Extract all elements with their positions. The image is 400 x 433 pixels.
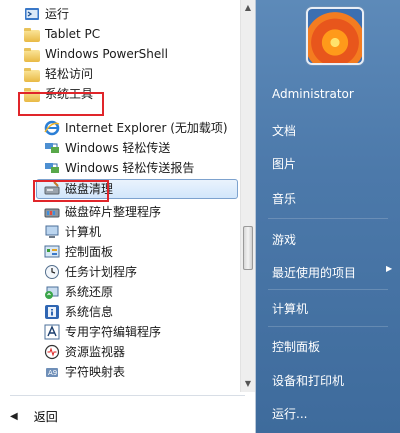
right-divider bbox=[268, 326, 388, 327]
easy-transfer-report-icon bbox=[44, 160, 60, 176]
program-task-scheduler[interactable]: 任务计划程序 bbox=[44, 262, 137, 282]
annotation-box-system-tools bbox=[18, 92, 104, 116]
resource-monitor-icon bbox=[44, 344, 60, 360]
divider bbox=[10, 395, 245, 396]
easy-transfer-icon bbox=[44, 140, 60, 156]
program-system-restore[interactable]: 系统还原 bbox=[44, 282, 113, 302]
folder-accessibility[interactable]: 轻松访问 bbox=[24, 64, 93, 84]
program-label: 轻松访问 bbox=[45, 67, 94, 81]
program-system-information[interactable]: 系统信息 bbox=[44, 302, 113, 322]
right-item-documents[interactable]: 文档 bbox=[272, 122, 296, 139]
right-item-pictures[interactable]: 图片 bbox=[272, 155, 296, 172]
programs-list: 运行 Tablet PC Windows PowerShell 轻松访问 系统工… bbox=[0, 0, 240, 392]
private-char-editor-icon bbox=[44, 324, 60, 340]
program-label: Internet Explorer (无加载项) bbox=[65, 121, 228, 135]
scrollbar-thumb[interactable] bbox=[243, 226, 253, 270]
program-label: Tablet PC bbox=[45, 27, 101, 41]
program-label: 任务计划程序 bbox=[65, 265, 138, 279]
back-arrow-icon: ◀ bbox=[10, 410, 18, 422]
program-label: Windows PowerShell bbox=[45, 47, 168, 61]
folder-icon bbox=[24, 68, 40, 82]
task-scheduler-icon bbox=[44, 264, 60, 280]
character-map-icon: A9 bbox=[44, 364, 60, 380]
right-divider bbox=[268, 289, 388, 290]
right-item-music[interactable]: 音乐 bbox=[272, 190, 296, 207]
right-item-control-panel[interactable]: 控制面板 bbox=[272, 338, 320, 355]
program-label: 字符映射表 bbox=[65, 365, 126, 379]
program-private-character-editor[interactable]: 专用字符编辑程序 bbox=[44, 322, 161, 342]
right-item-run[interactable]: 运行... bbox=[272, 405, 307, 422]
program-label: Windows 轻松传送 bbox=[65, 141, 171, 155]
right-item-user[interactable]: Administrator bbox=[272, 87, 354, 101]
right-item-recent-items[interactable]: 最近使用的项目 bbox=[272, 264, 356, 281]
right-item-computer[interactable]: 计算机 bbox=[272, 300, 308, 317]
folder-icon bbox=[24, 28, 40, 42]
right-item-games[interactable]: 游戏 bbox=[272, 231, 296, 248]
program-label: 资源监视器 bbox=[65, 345, 126, 359]
program-easy-transfer[interactable]: Windows 轻松传送 bbox=[44, 138, 170, 158]
program-label: 专用字符编辑程序 bbox=[65, 325, 162, 339]
program-control-panel[interactable]: 控制面板 bbox=[44, 242, 113, 262]
annotation-box-disk-cleanup bbox=[33, 180, 109, 202]
program-label: 系统还原 bbox=[65, 285, 114, 299]
program-label: 运行 bbox=[45, 7, 70, 21]
submenu-arrow-icon: ▶ bbox=[386, 264, 393, 273]
run-icon bbox=[24, 6, 40, 22]
computer-icon bbox=[44, 224, 60, 240]
program-internet-explorer[interactable]: Internet Explorer (无加载项) bbox=[44, 118, 228, 138]
internet-explorer-icon bbox=[44, 120, 60, 136]
program-character-map[interactable]: A9 字符映射表 bbox=[44, 362, 125, 382]
program-label: 磁盘碎片整理程序 bbox=[65, 205, 162, 219]
right-item-devices-printers[interactable]: 设备和打印机 bbox=[272, 372, 344, 389]
folder-windows-powershell[interactable]: Windows PowerShell bbox=[24, 44, 168, 64]
svg-text:A9: A9 bbox=[48, 369, 57, 377]
folder-icon bbox=[24, 48, 40, 62]
program-run[interactable]: 运行 bbox=[24, 4, 69, 24]
system-info-icon bbox=[44, 304, 60, 320]
program-easy-transfer-report[interactable]: Windows 轻松传送报告 bbox=[44, 158, 194, 178]
program-label: Windows 轻松传送报告 bbox=[65, 161, 195, 175]
start-menu: 运行 Tablet PC Windows PowerShell 轻松访问 系统工… bbox=[0, 0, 400, 433]
right-divider bbox=[268, 218, 388, 219]
program-computer[interactable]: 计算机 bbox=[44, 222, 101, 242]
right-pane: Administrator 文档 图片 音乐 游戏 最近使用的项目 ▶ 计算机 … bbox=[256, 0, 400, 433]
scroll-down-arrow-icon[interactable]: ▼ bbox=[241, 376, 255, 392]
program-label: 系统信息 bbox=[65, 305, 114, 319]
program-label: 控制面板 bbox=[65, 245, 114, 259]
program-label: 计算机 bbox=[65, 225, 102, 239]
program-disk-defragmenter[interactable]: 磁盘碎片整理程序 bbox=[44, 202, 161, 222]
control-panel-icon bbox=[44, 244, 60, 260]
folder-tablet-pc[interactable]: Tablet PC bbox=[24, 24, 100, 44]
back-label: 返回 bbox=[33, 409, 58, 424]
back-button[interactable]: ◀ 返回 bbox=[10, 405, 58, 427]
programs-scrollbar[interactable]: ▲ ▼ bbox=[240, 0, 255, 392]
disk-defragmenter-icon bbox=[44, 204, 60, 220]
programs-pane: 运行 Tablet PC Windows PowerShell 轻松访问 系统工… bbox=[0, 0, 256, 433]
scroll-up-arrow-icon[interactable]: ▲ bbox=[241, 0, 255, 16]
system-restore-icon bbox=[44, 284, 60, 300]
user-avatar[interactable] bbox=[306, 7, 364, 65]
program-resource-monitor[interactable]: 资源监视器 bbox=[44, 342, 125, 362]
